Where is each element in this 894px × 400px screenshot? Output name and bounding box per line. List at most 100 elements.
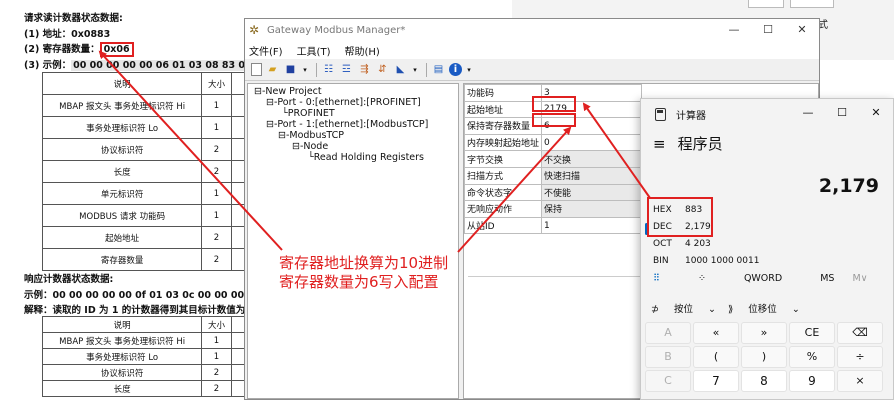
upload-icon[interactable]: ⇵ [375,63,390,77]
tree-node-node[interactable]: ⊟-Node [292,141,328,152]
menu-tools[interactable]: 工具(T) [297,43,331,58]
bit-shift-menu[interactable]: ⟫ 位移位 ⌄ [728,301,800,315]
dropdown-icon[interactable]: ▾ [301,63,309,77]
gateway-toolbar: ▰ ■ ▾ ☷ ☲ ⇶ ⇵ ◣ ▾ ▤ i ▾ [245,59,819,81]
key-close-paren[interactable]: ) [741,346,787,368]
gateway-window-title: Gateway Modbus Manager* [267,24,406,36]
calculator-app-icon [655,108,666,121]
key-b[interactable]: B [645,346,691,368]
add-node-icon[interactable]: ☲ [339,63,354,77]
table-cell: 事务处理标识符 Lo [41,116,203,139]
maximize-button[interactable]: ☐ [751,19,785,41]
table-row: 起始地址 2 [41,226,250,249]
word-size-button[interactable]: QWORD [744,273,782,284]
key-9[interactable]: 9 [789,370,835,392]
table-cell: 1 [201,348,232,365]
table-header-cell: 大小 [201,316,232,333]
radix-value: 4 203 [685,239,711,249]
open-folder-icon[interactable]: ▰ [265,63,280,77]
table-cell: 1 [201,204,232,227]
radix-name: OCT [653,239,672,249]
property-value-slave-id[interactable]: 1 [541,216,643,235]
key-open-paren[interactable]: ( [693,346,739,368]
menu-file[interactable]: 文件(F) [249,43,283,58]
dropdown-icon[interactable]: ▾ [411,63,419,77]
add-command-icon[interactable]: ⇶ [357,63,372,77]
delete-icon[interactable]: ◣ [393,63,408,77]
property-value-no-response-select[interactable]: 保持 [541,200,643,218]
table-cell: MBAP 报文头 事务处理标识符 Hi [41,94,203,117]
key-8[interactable]: 8 [741,370,787,392]
table-header-cell: 大小 [201,72,232,95]
close-button[interactable]: ✕ [785,19,819,41]
property-row: 扫描方式 快速扫描 [463,166,643,185]
table-cell: MBAP 报文头 事务处理标识符 Hi [41,332,203,349]
bitwise-menu[interactable]: ⊅ 按位 ⌄ [651,301,716,315]
tree-node-read-holding-registers[interactable]: └Read Holding Registers [308,152,424,163]
gear-app-icon: ✲ [249,23,260,37]
close-button[interactable]: ✕ [859,99,893,127]
key-c[interactable]: C [645,370,691,392]
table-cell: 2 [201,226,232,249]
full-keypad-icon[interactable]: ⠿ [653,273,660,284]
tree-node-profinet[interactable]: └PROFINET [282,108,335,119]
bitwise-icon: ⊅ [651,304,662,315]
add-port-icon[interactable]: ☷ [321,63,336,77]
memory-menu-button[interactable]: M∨ [852,273,867,284]
key-multiply[interactable]: × [837,370,883,392]
key-percent[interactable]: % [789,346,835,368]
key-shift-right[interactable]: » [741,322,787,344]
calculator-window-controls: — ☐ ✕ [791,99,893,127]
property-value-byte-swap-select[interactable]: 不交换 [541,150,643,168]
property-key: 字节交换 [463,150,543,168]
doc-address-line: (1) 地址：0x0883 [24,29,111,40]
calculator-display: 2,179 [818,175,879,197]
property-value-memory-map-start[interactable]: 0 [541,133,643,152]
annotation-line-1: 寄存器地址换算为10进制 [279,254,449,272]
background-button[interactable] [790,0,834,8]
highlight-register-count [532,113,576,127]
tree-node-modbustcp[interactable]: ⊟-ModbusTCP [278,130,344,141]
property-value-command-status-select[interactable]: 不使能 [541,183,643,202]
property-key: 从站ID [463,216,543,235]
memory-store-button[interactable]: MS [820,273,834,284]
table-cell: 协议标识符 [41,364,203,381]
bit-shift-icon: ⟫ [727,304,737,315]
table-cell: MODBUS 请求 功能码 [41,204,203,227]
table-cell: 长度 [41,160,203,183]
tree-node-port-1[interactable]: ⊟-Port - 1:[ethernet]:[ModbusTCP] [266,119,428,130]
background-button[interactable] [748,0,784,8]
key-clear-entry[interactable]: CE [789,322,835,344]
dropdown-icon[interactable]: ▾ [465,63,473,77]
minimize-button[interactable]: — [791,99,825,127]
bit-toggle-keypad-icon[interactable]: ⁘ [698,273,706,284]
config-icon[interactable]: ▤ [431,63,446,77]
window-controls: — ☐ ✕ [717,19,819,41]
bit-shift-label: 位移位 [748,304,777,315]
property-key: 内存映射起始地址 [463,133,543,152]
minimize-button[interactable]: — [717,19,751,41]
hamburger-menu-icon[interactable]: ≡ [653,135,666,153]
radix-row-bin[interactable]: BIN 1000 1000 0011 [653,256,759,266]
annotation-line-2: 寄存器数量为6写入配置 [279,273,439,291]
key-shift-left[interactable]: « [693,322,739,344]
key-a[interactable]: A [645,322,691,344]
key-divide[interactable]: ÷ [837,346,883,368]
menu-help[interactable]: 帮助(H) [344,43,379,58]
doc-response-title: 响应计数器状态数据: [24,274,114,285]
tree-node-port-0[interactable]: ⊟-Port - 0:[ethernet]:[PROFINET] [266,97,421,108]
table-cell: 1 [201,94,232,117]
property-value-scan-mode-select[interactable]: 快速扫描 [541,166,643,185]
maximize-button[interactable]: ☐ [825,99,859,127]
key-7[interactable]: 7 [693,370,739,392]
tree-node-new-project[interactable]: ⊟-New Project [254,86,322,97]
table-cell: 2 [201,248,232,271]
info-icon[interactable]: i [449,63,462,76]
property-row: 内存映射起始地址 0 [463,133,643,152]
gateway-title-bar[interactable]: ✲ Gateway Modbus Manager* — ☐ ✕ [245,19,819,41]
radix-row-oct[interactable]: OCT 4 203 [653,239,711,249]
new-file-icon[interactable] [251,63,262,76]
save-icon[interactable]: ■ [283,63,298,77]
key-backspace[interactable]: ⌫ [837,322,883,344]
table-cell: 2 [201,364,232,381]
